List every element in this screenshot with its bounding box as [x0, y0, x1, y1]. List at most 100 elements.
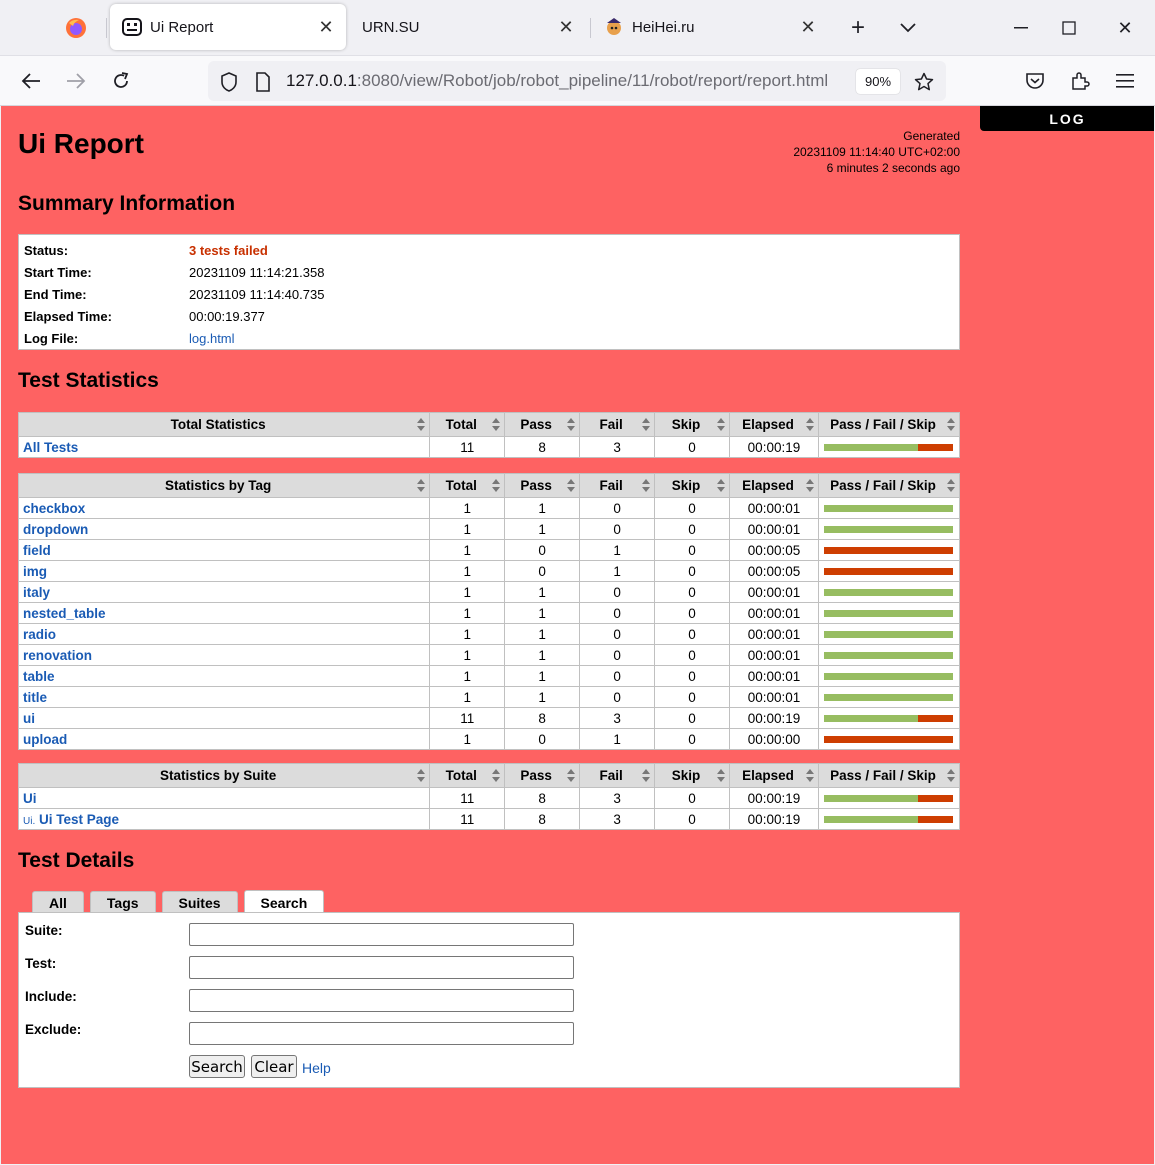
- stats-name-link[interactable]: Ui Test Page: [39, 812, 119, 827]
- tab-close-icon[interactable]: ✕: [554, 15, 578, 39]
- zoom-level-badge[interactable]: 90%: [856, 69, 900, 94]
- stats-header-name[interactable]: Statistics by Tag: [17, 473, 431, 498]
- stats-name-link[interactable]: checkbox: [23, 501, 85, 516]
- stats-header-graph[interactable]: Pass / Fail / Skip: [817, 412, 961, 437]
- bookmark-star-icon[interactable]: [912, 70, 936, 94]
- sort-arrows-icon[interactable]: [947, 418, 955, 431]
- clear-button[interactable]: Clear: [251, 1055, 297, 1078]
- forward-arrow-icon[interactable]: [61, 66, 91, 96]
- sort-arrows-icon[interactable]: [492, 769, 501, 782]
- sort-arrows-icon[interactable]: [805, 418, 814, 431]
- stats-header-graph[interactable]: Pass / Fail / Skip: [817, 763, 961, 788]
- log-file-link[interactable]: log.html: [189, 331, 235, 346]
- stats-header-total[interactable]: Total: [429, 412, 506, 437]
- search-button[interactable]: Search: [189, 1055, 245, 1078]
- tab-suites[interactable]: Suites: [161, 891, 238, 913]
- sort-arrows-icon[interactable]: [642, 418, 651, 431]
- new-tab-plus-icon[interactable]: +: [844, 14, 872, 42]
- tab-close-icon[interactable]: ✕: [314, 15, 338, 39]
- stats-name-link[interactable]: italy: [23, 585, 50, 600]
- stats-header-fail[interactable]: Fail: [579, 412, 656, 437]
- back-arrow-icon[interactable]: [16, 66, 46, 96]
- tab-tags[interactable]: Tags: [89, 891, 156, 913]
- sort-arrows-icon[interactable]: [805, 479, 814, 492]
- extensions-puzzle-icon[interactable]: [1065, 66, 1095, 96]
- stats-name-cell: All Tests: [17, 436, 431, 458]
- stats-header-el[interactable]: Elapsed: [728, 412, 819, 437]
- sort-arrows-icon[interactable]: [417, 479, 426, 492]
- address-bar[interactable]: 127.0.0.1:8080/view/Robot/job/robot_pipe…: [208, 61, 946, 101]
- generated-time: 20231109 11:14:40 UTC+02:00: [793, 145, 960, 159]
- sort-arrows-icon[interactable]: [947, 479, 955, 492]
- stats-header-pass[interactable]: Pass: [504, 473, 581, 498]
- sort-arrows-icon[interactable]: [716, 418, 725, 431]
- stats-name-link[interactable]: Ui: [23, 791, 37, 806]
- stats-header-label: Total: [445, 417, 477, 432]
- report-favicon-icon: [122, 17, 142, 37]
- tab-search[interactable]: Search: [243, 890, 325, 914]
- stats-pass-cell: 1: [504, 665, 581, 687]
- stats-header-skip[interactable]: Skip: [654, 473, 730, 498]
- stats-name-link[interactable]: upload: [23, 732, 67, 747]
- stats-header-name[interactable]: Total Statistics: [17, 412, 431, 437]
- sort-arrows-icon[interactable]: [417, 418, 426, 431]
- sort-arrows-icon[interactable]: [717, 479, 725, 492]
- close-window-icon[interactable]: ✕: [1107, 14, 1143, 42]
- stats-name-link[interactable]: renovation: [23, 648, 92, 663]
- tab-all[interactable]: All: [32, 891, 84, 913]
- sort-arrows-icon[interactable]: [567, 769, 576, 782]
- log-link-button[interactable]: LOG: [980, 106, 1154, 131]
- stats-name-link[interactable]: nested_table: [23, 606, 106, 621]
- stats-name-link[interactable]: dropdown: [23, 522, 88, 537]
- stats-header-el[interactable]: Elapsed: [729, 473, 819, 498]
- reload-icon[interactable]: [106, 66, 136, 96]
- include-input[interactable]: [189, 989, 574, 1012]
- stats-header-fail[interactable]: Fail: [579, 763, 656, 788]
- exclude-input[interactable]: [189, 1022, 574, 1045]
- sort-arrows-icon[interactable]: [642, 479, 651, 492]
- list-tabs-chevron-down-icon[interactable]: [894, 14, 922, 42]
- stats-name-link[interactable]: field: [23, 543, 51, 558]
- stats-header-pass[interactable]: Pass: [504, 412, 581, 437]
- tab-ui-report[interactable]: Ui Report ✕: [110, 4, 346, 50]
- sort-arrows-icon[interactable]: [417, 769, 426, 782]
- test-input[interactable]: [189, 956, 574, 979]
- stats-header-label: Fail: [599, 417, 623, 432]
- stats-name-link[interactable]: ui: [23, 711, 35, 726]
- stats-name-link[interactable]: title: [23, 690, 47, 705]
- sort-arrows-icon[interactable]: [567, 479, 576, 492]
- stats-name-link[interactable]: All Tests: [23, 440, 78, 455]
- firefox-menu-button[interactable]: [52, 10, 100, 46]
- stats-header-el[interactable]: Elapsed: [728, 763, 819, 788]
- stats-header-name[interactable]: Statistics by Suite: [17, 763, 431, 788]
- pocket-icon[interactable]: [1020, 66, 1050, 96]
- stats-header-pass[interactable]: Pass: [504, 763, 581, 788]
- stats-name-link[interactable]: radio: [23, 627, 56, 642]
- suite-input[interactable]: [189, 923, 574, 946]
- maximize-icon[interactable]: [1051, 14, 1087, 42]
- stats-fail-cell: 0: [579, 497, 656, 519]
- tab-urn-su[interactable]: URN.SU ✕: [350, 4, 586, 50]
- sort-arrows-icon[interactable]: [567, 418, 576, 431]
- stats-header-skip[interactable]: Skip: [654, 412, 730, 437]
- sort-arrows-icon[interactable]: [947, 769, 955, 782]
- stats-name-link[interactable]: img: [23, 564, 47, 579]
- tab-heihei[interactable]: HeiHei.ru ✕: [592, 4, 828, 50]
- stats-name-link[interactable]: table: [23, 669, 55, 684]
- minimize-icon[interactable]: [1003, 14, 1039, 42]
- stats-header-total[interactable]: Total: [429, 763, 506, 788]
- stats-header-skip[interactable]: Skip: [654, 763, 730, 788]
- sort-arrows-icon[interactable]: [642, 769, 651, 782]
- page-info-icon[interactable]: [252, 71, 274, 93]
- help-link[interactable]: Help: [302, 1060, 331, 1076]
- sort-arrows-icon[interactable]: [492, 418, 501, 431]
- shield-icon[interactable]: [218, 71, 240, 93]
- stats-header-graph[interactable]: Pass / Fail / Skip: [817, 473, 961, 498]
- stats-header-fail[interactable]: Fail: [579, 473, 656, 498]
- hamburger-menu-icon[interactable]: [1110, 66, 1140, 96]
- sort-arrows-icon[interactable]: [716, 769, 725, 782]
- sort-arrows-icon[interactable]: [492, 479, 501, 492]
- sort-arrows-icon[interactable]: [805, 769, 814, 782]
- tab-close-icon[interactable]: ✕: [796, 15, 820, 39]
- stats-header-total[interactable]: Total: [429, 473, 506, 498]
